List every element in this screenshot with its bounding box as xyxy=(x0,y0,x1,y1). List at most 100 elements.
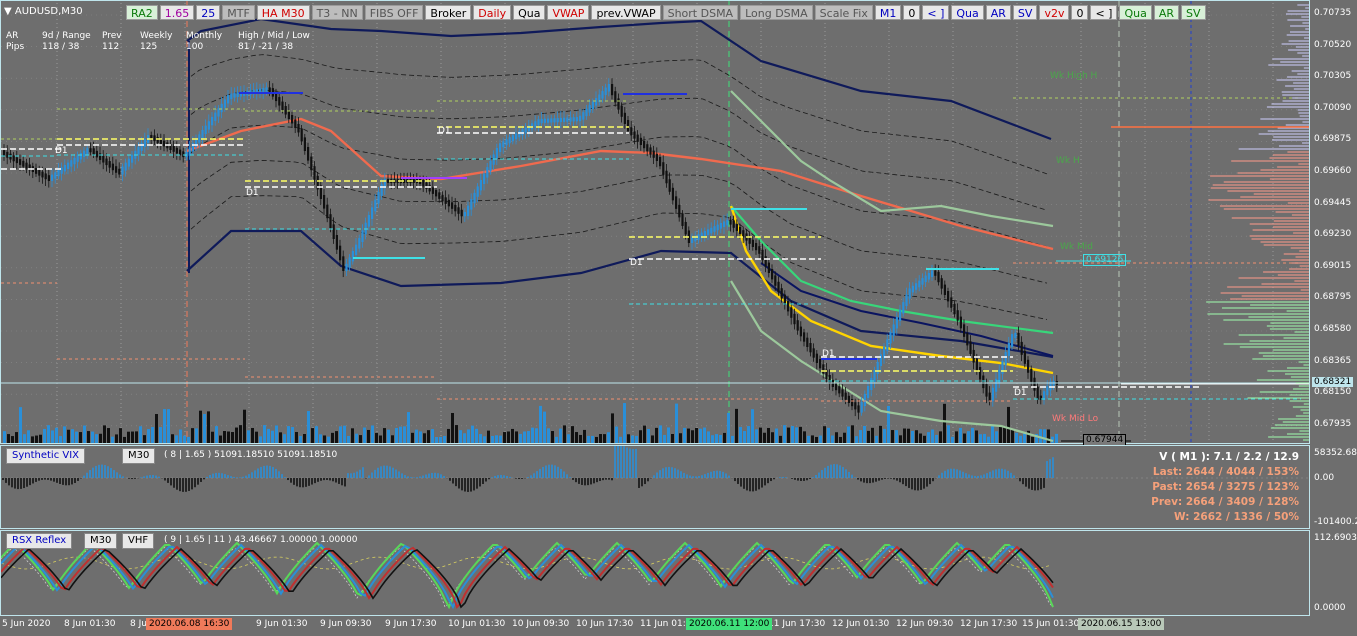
toolbar-button-14[interactable]: Scale Fix xyxy=(814,5,873,20)
candle-body xyxy=(652,150,655,158)
volume-bar xyxy=(307,411,310,443)
stat-row2-4: 100 xyxy=(186,42,204,52)
volume-bar xyxy=(547,428,550,443)
toolbar-button-12[interactable]: Short DSMA xyxy=(662,5,739,20)
volume-bar xyxy=(43,428,46,443)
toolbar-button-11[interactable]: prev.VWAP xyxy=(591,5,661,20)
candle-body xyxy=(291,115,294,124)
volume-bar xyxy=(219,435,222,443)
toolbar-button-10[interactable]: VWAP xyxy=(547,5,590,20)
candle-body xyxy=(739,227,742,235)
toolbar-button-6[interactable]: FIBS OFF xyxy=(364,5,424,20)
main-chart-pane[interactable] xyxy=(0,0,1310,444)
rsx-timeframe[interactable]: M30 xyxy=(84,533,118,549)
toolbar-button-25[interactable]: AR xyxy=(1153,5,1180,20)
volume-bar xyxy=(739,426,742,443)
candle-body xyxy=(953,303,956,315)
candle-body xyxy=(86,148,89,155)
toolbar-button-19[interactable]: AR xyxy=(985,5,1011,20)
volume-bar xyxy=(95,434,98,443)
toolbar-button-18[interactable]: Qua xyxy=(951,5,984,20)
candle-body xyxy=(585,108,588,117)
candle-body xyxy=(268,87,271,93)
toolbar-button-26[interactable]: SV xyxy=(1181,5,1206,20)
toolbar-button-17[interactable]: < ] xyxy=(922,5,950,20)
toolbar-button-4[interactable]: HA M30 xyxy=(256,5,310,20)
time-tick-2: 8 Ju xyxy=(130,619,147,629)
rsx-vhf[interactable]: VHF xyxy=(122,533,155,549)
toolbar-button-21[interactable]: v2v xyxy=(1039,5,1070,20)
volume-bar xyxy=(507,431,510,443)
candle-body xyxy=(899,309,902,321)
volume-bar xyxy=(131,431,134,443)
toolbar-button-0[interactable]: RA2 xyxy=(126,5,158,20)
candle-body xyxy=(524,127,527,134)
toolbar-button-1[interactable]: 1.65 xyxy=(159,5,195,20)
volume-bar xyxy=(703,427,706,443)
candle-body xyxy=(582,112,585,120)
volume-bar xyxy=(655,427,658,443)
candle-body xyxy=(649,147,652,155)
candle-body xyxy=(614,91,617,103)
candle-body xyxy=(355,244,358,255)
toolbar-button-2[interactable]: 25 xyxy=(196,5,221,20)
stat-row1-1: 9d / Range xyxy=(42,31,91,41)
volume-bar xyxy=(963,433,966,443)
toolbar-button-8[interactable]: Daily xyxy=(473,5,512,20)
volume-bar xyxy=(239,425,242,443)
volume-bar xyxy=(995,431,998,443)
toolbar-button-3[interactable]: MTF xyxy=(222,5,255,20)
volume-bar xyxy=(335,431,338,443)
volume-bar xyxy=(27,430,30,443)
volume-bar xyxy=(511,428,514,443)
candle-body xyxy=(428,184,431,192)
candle-body xyxy=(963,324,966,337)
synthetic-vix-name[interactable]: Synthetic VIX xyxy=(6,448,86,464)
toolbar-button-15[interactable]: M1 xyxy=(874,5,902,20)
toolbar-button-23[interactable]: < ] xyxy=(1090,5,1118,20)
volume-bar xyxy=(587,435,590,443)
candle-body xyxy=(835,383,838,391)
candle-body xyxy=(630,127,633,136)
candle-body xyxy=(265,87,268,92)
stat-row1-3: Weekly xyxy=(140,31,173,41)
toolbar-button-16[interactable]: 0 xyxy=(903,5,921,20)
toolbar-button-22[interactable]: 0 xyxy=(1071,5,1089,20)
toolbar-button-5[interactable]: T3 - NN xyxy=(311,5,363,20)
toolbar-button-13[interactable]: Long DSMA xyxy=(740,5,813,20)
candle-body xyxy=(140,142,143,151)
candle-body xyxy=(841,389,844,397)
volume-bar xyxy=(255,431,258,443)
volume-bar xyxy=(883,428,886,443)
price-chart[interactable] xyxy=(1,1,1309,443)
volume-bar xyxy=(555,436,558,443)
candle-body xyxy=(550,118,553,123)
volume-bar xyxy=(451,412,454,443)
volume-bar xyxy=(867,430,870,443)
rsx-name[interactable]: RSX Reflex xyxy=(6,533,73,549)
volume-bar xyxy=(371,425,374,443)
volume-bar xyxy=(1043,429,1046,443)
candle-body xyxy=(374,199,377,212)
candle-body xyxy=(617,98,620,110)
volume-bar xyxy=(55,427,58,443)
candle-body xyxy=(19,159,22,165)
lower-envelope-line xyxy=(186,229,1054,359)
candle-body xyxy=(444,197,447,204)
volume-bar xyxy=(467,429,470,443)
synthetic-vix-timeframe[interactable]: M30 xyxy=(122,448,156,464)
toolbar-button-24[interactable]: Qua xyxy=(1119,5,1152,20)
volume-bar xyxy=(711,435,714,443)
candle-body xyxy=(911,285,914,293)
candle-body xyxy=(303,137,306,151)
volume-bar xyxy=(563,425,566,443)
candle-body xyxy=(905,294,908,307)
toolbar-button-20[interactable]: SV xyxy=(1012,5,1038,20)
candle-body xyxy=(851,399,854,407)
toolbar-button-9[interactable]: Qua xyxy=(513,5,546,20)
candle-body xyxy=(655,153,658,161)
volume-bar xyxy=(955,431,958,443)
stat-row2-1: 118 / 38 xyxy=(42,42,80,52)
volume-bar xyxy=(399,426,402,443)
toolbar-button-7[interactable]: Broker xyxy=(425,5,472,20)
